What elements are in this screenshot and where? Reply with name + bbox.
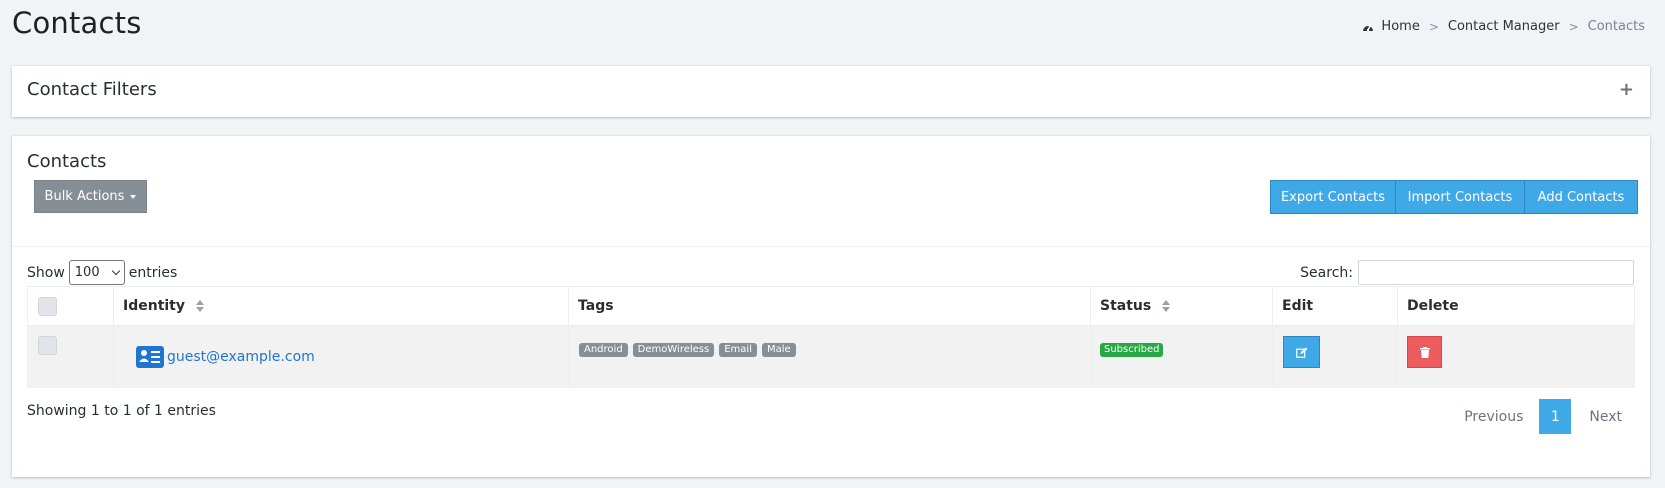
contact-actions-group: Export Contacts Import Contacts Add Cont… [1270, 180, 1638, 214]
identity-cell: guest@example.com [113, 325, 569, 388]
show-label: Show [27, 264, 65, 281]
table-row: guest@example.com Android DemoWireless Ema… [27, 325, 1635, 388]
page-1-button[interactable]: 1 [1539, 399, 1572, 434]
edit-icon [1295, 347, 1307, 358]
breadcrumb-contact-manager[interactable]: Contact Manager [1448, 19, 1560, 34]
select-all-header [27, 286, 114, 326]
add-contacts-button[interactable]: Add Contacts [1524, 180, 1638, 214]
edit-button[interactable] [1283, 336, 1320, 368]
breadcrumb-separator: > [1428, 19, 1439, 34]
column-delete: Delete [1397, 286, 1635, 326]
status-cell: Subscribed [1090, 325, 1273, 388]
next-page-button[interactable]: Next [1575, 409, 1636, 425]
delete-cell [1397, 325, 1635, 388]
contacts-card-title: Contacts [27, 151, 107, 172]
column-identity[interactable]: Identity [113, 286, 569, 326]
sort-icon [1162, 300, 1171, 312]
import-contacts-button[interactable]: Import Contacts [1395, 180, 1525, 214]
column-tags-label: Tags [578, 298, 614, 314]
tag-badge: DemoWireless [632, 343, 715, 357]
export-contacts-button[interactable]: Export Contacts [1270, 180, 1396, 214]
pagination: Previous 1 Next [1452, 399, 1636, 434]
bulk-actions-label: Bulk Actions [44, 189, 125, 204]
tag-badge: Email [719, 343, 757, 357]
page-length-select[interactable]: 100 [68, 260, 125, 285]
sort-icon [195, 300, 204, 312]
row-select-cell [27, 325, 114, 388]
page-length-value: 100 [74, 265, 100, 280]
trash-icon [1419, 346, 1430, 358]
column-delete-label: Delete [1407, 298, 1459, 314]
column-status[interactable]: Status [1090, 286, 1273, 326]
previous-page-button[interactable]: Previous [1452, 409, 1535, 425]
contact-filters-card: Contact Filters + [12, 66, 1650, 117]
divider [12, 246, 1650, 247]
breadcrumb-home-label: Home [1381, 19, 1420, 34]
breadcrumb-separator: > [1568, 19, 1579, 34]
status-badge: Subscribed [1100, 343, 1164, 357]
caret-down-icon [130, 194, 137, 199]
page-length-control: Show 100 entries [27, 260, 177, 285]
entries-label: entries [128, 264, 178, 281]
column-status-label: Status [1100, 298, 1152, 314]
table-header-row: Identity Tags Status Edit Delete [27, 286, 1635, 326]
contact-filters-title: Contact Filters [27, 79, 157, 100]
column-edit: Edit [1272, 286, 1398, 326]
contact-card-icon [136, 346, 164, 368]
search-control: Search: [1300, 260, 1634, 285]
search-input[interactable] [1358, 260, 1634, 285]
select-all-checkbox[interactable] [38, 296, 57, 316]
table-info: Showing 1 to 1 of 1 entries [27, 403, 216, 419]
tags-cell: Android DemoWireless Email Male [568, 325, 1091, 388]
delete-button[interactable] [1407, 336, 1442, 368]
column-edit-label: Edit [1282, 298, 1314, 314]
breadcrumb-home[interactable]: Home [1362, 19, 1420, 34]
edit-cell [1272, 325, 1398, 388]
search-label: Search: [1300, 264, 1353, 281]
column-identity-label: Identity [123, 298, 186, 314]
chevron-down-icon [111, 266, 121, 276]
contact-identity-link[interactable]: guest@example.com [167, 349, 315, 365]
contacts-card: Contacts Bulk Actions Export Contacts Im… [12, 136, 1650, 477]
dashboard-icon [1363, 24, 1374, 31]
page-title: Contacts [12, 6, 142, 40]
column-tags: Tags [568, 286, 1091, 326]
tag-badge: Male [761, 343, 796, 357]
tag-badge: Android [579, 343, 628, 357]
contacts-table: Identity Tags Status Edit Delete guest@e… [27, 286, 1635, 388]
breadcrumb-current: Contacts [1587, 19, 1645, 34]
breadcrumb: Home > Contact Manager > Contacts [1362, 19, 1645, 34]
row-checkbox[interactable] [38, 336, 57, 355]
plus-icon[interactable]: + [1619, 79, 1634, 100]
bulk-actions-button[interactable]: Bulk Actions [34, 180, 147, 213]
